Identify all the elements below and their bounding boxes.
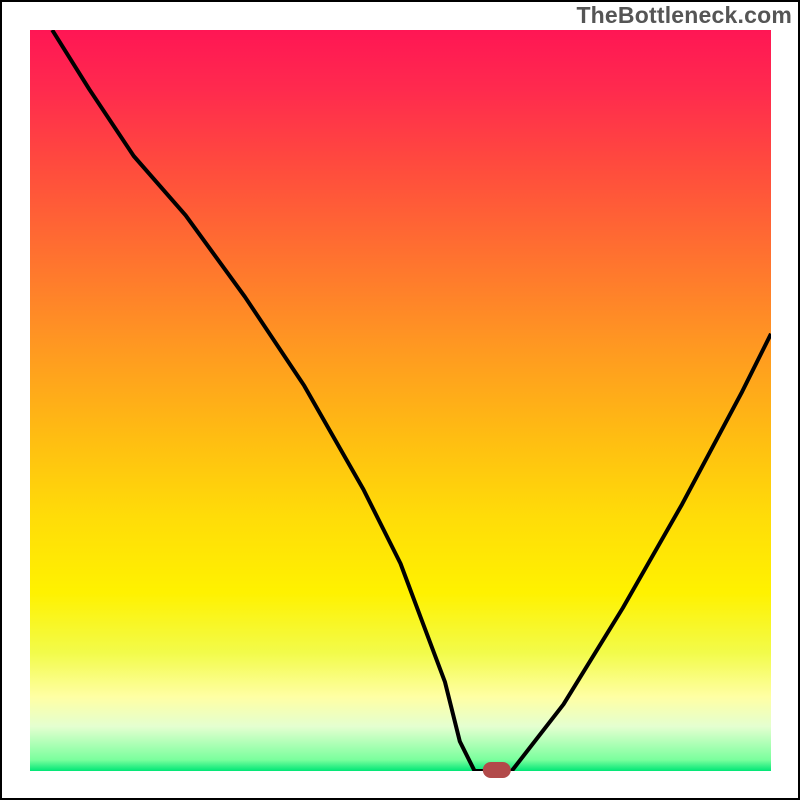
chart-plot-background bbox=[30, 30, 771, 771]
optimal-point-marker bbox=[483, 762, 511, 778]
chart-svg bbox=[0, 0, 800, 800]
watermark-text: TheBottleneck.com bbox=[576, 2, 792, 29]
bottleneck-chart: TheBottleneck.com bbox=[0, 0, 800, 800]
